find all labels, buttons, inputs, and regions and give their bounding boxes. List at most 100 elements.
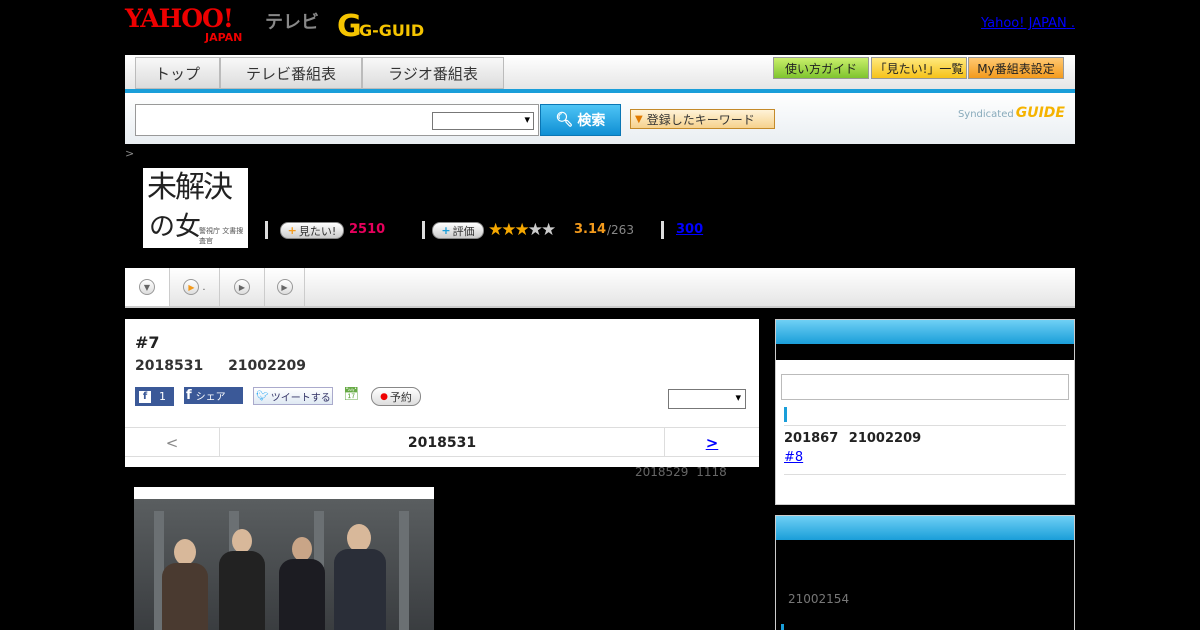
syndicated-label: Syndicated xyxy=(957,109,1014,120)
facebook-like-count: 1 xyxy=(159,390,166,403)
evaluate-label: 評価 xyxy=(452,224,475,238)
keywords-label: 登録したキーワード xyxy=(646,112,755,127)
plus-icon: + xyxy=(287,224,297,237)
breadcrumb[interactable]: > xyxy=(125,147,134,160)
tab-reviews[interactable]: ▶ xyxy=(265,268,305,306)
guide-button[interactable]: 使い方ガイド xyxy=(773,57,869,79)
tweet-label: ツイートする xyxy=(270,392,331,404)
sidebar-header xyxy=(776,516,1074,540)
gguide-logo[interactable]: G G-GUIDE xyxy=(335,8,425,40)
person-body-shape xyxy=(279,559,325,630)
star-icon: ★ xyxy=(488,220,503,240)
evaluate-button[interactable]: + 評価 xyxy=(432,222,484,239)
plus-icon: + xyxy=(441,224,451,237)
sidebar-second-time: 21002154 xyxy=(788,592,850,606)
mitai-list-button[interactable]: 「見たい!」一覧 xyxy=(871,57,967,79)
record-dot-icon: ● xyxy=(380,391,388,402)
facebook-share-button[interactable]: f シェア xyxy=(184,387,243,404)
sidebar-title-band xyxy=(776,344,1074,360)
chevron-down-icon: ▼ xyxy=(139,279,155,295)
program-logo-line2: の女 xyxy=(149,212,202,242)
divider xyxy=(784,474,1066,475)
syndicated-gguide-logo: Syndicated GUIDE xyxy=(958,105,1065,121)
program-tabs: ▼ ▶ . ▶ ▶ xyxy=(125,268,1075,308)
divider xyxy=(784,425,1066,426)
tv-logo[interactable]: テレビ xyxy=(265,8,319,34)
page: YAHOO! JAPAN テレビ G G-GUIDE Yahoo! JAPAN … xyxy=(0,0,1200,630)
star-icon: ★ xyxy=(514,220,530,240)
star-rating: ★★★★★ xyxy=(488,220,556,240)
episode-title: #7 xyxy=(135,333,160,352)
search-area: 🔍︎ 検索 ▼ 登録したキーワード SyndicatedGUIDE xyxy=(125,93,1075,144)
search-category-select[interactable] xyxy=(432,112,534,130)
next-episode-number-link[interactable]: #8 xyxy=(784,450,803,465)
dropdown-triangle-icon: ▼ xyxy=(635,113,643,125)
yahoo-logo[interactable]: YAHOO! JAPAN xyxy=(125,6,242,44)
person-head-shape xyxy=(292,537,312,561)
comments-count-link[interactable]: 300 xyxy=(676,222,703,237)
play-icon: ▶ xyxy=(183,279,200,295)
reserve-button[interactable]: ● 予約 xyxy=(371,387,421,406)
person-body-shape xyxy=(162,563,208,630)
registered-keywords-button[interactable]: ▼ 登録したキーワード xyxy=(630,109,775,129)
japan-logo-text: JAPAN xyxy=(205,31,243,44)
person-body-shape xyxy=(219,551,265,630)
divider xyxy=(422,221,425,239)
rating-votes: /263 xyxy=(607,223,634,237)
sidebar-header xyxy=(776,320,1074,344)
tab-info[interactable]: ▶ . xyxy=(170,268,220,306)
episode-datetime: 2018531 21002209 xyxy=(135,358,306,374)
mitai-button[interactable]: + 見たい! xyxy=(280,222,344,239)
tab-dot: . xyxy=(202,281,206,293)
twitter-bird-icon: 🐦︎ xyxy=(256,390,269,402)
tab-episode[interactable]: ▼ xyxy=(125,268,170,306)
program-logo-line1: 未解決 xyxy=(147,170,233,205)
play-icon: ▶ xyxy=(276,279,293,295)
mitai-count: 2510 xyxy=(349,222,386,237)
person-head-shape xyxy=(174,539,196,565)
main-nav: トップ テレビ番組表 ラジオ番組表 使い方ガイド 「見たい!」一覧 My番組表設… xyxy=(125,55,1075,93)
current-episode-date: 2018531 xyxy=(407,434,477,451)
mitai-label: 見たい! xyxy=(298,224,337,238)
person-body-shape xyxy=(334,549,386,630)
star-icon: ★ xyxy=(541,220,556,240)
episode-scene-image xyxy=(134,487,434,630)
search-icon: 🔍︎ xyxy=(555,112,574,128)
tweet-button[interactable]: 🐦︎ ツイートする xyxy=(253,387,333,405)
star-icon: ★ xyxy=(501,220,516,240)
search-button[interactable]: 🔍︎ 検索 xyxy=(540,104,621,136)
facebook-icon: f xyxy=(139,390,151,403)
program-logo-sub: 警視庁 文書捜査官 xyxy=(199,227,244,245)
divider xyxy=(661,221,664,239)
tab-cast[interactable]: ▶ xyxy=(220,268,265,306)
previous-episode-button[interactable]: < xyxy=(125,428,220,457)
updated-timestamp: 2018529 1118 xyxy=(635,465,727,479)
sidebar-search-input[interactable] xyxy=(781,374,1069,400)
nav-tab-radio-schedule[interactable]: ラジオ番組表 xyxy=(362,57,504,89)
facebook-share-label: シェア xyxy=(195,392,226,403)
sidebar-next-episode: 201867 21002209 #8 xyxy=(775,319,1075,505)
episode-select[interactable] xyxy=(668,389,746,409)
episode-pager: < 2018531 > xyxy=(125,427,759,457)
program-logo-image: 未解決 の女 警視庁 文書捜査官 xyxy=(143,168,248,248)
gguide-logo-text: G-GUIDE xyxy=(359,21,425,40)
reserve-label: 予約 xyxy=(389,390,412,404)
section-marker xyxy=(781,624,784,630)
play-icon: ▶ xyxy=(234,279,250,295)
site-header: YAHOO! JAPAN テレビ G G-GUIDE Yahoo! JAPAN xyxy=(125,0,1075,55)
facebook-like-button[interactable]: f 1 xyxy=(135,387,174,406)
person-head-shape xyxy=(232,529,252,553)
nav-tab-tv-schedule[interactable]: テレビ番組表 xyxy=(220,57,362,89)
my-schedule-button[interactable]: My番組表設定 xyxy=(968,57,1064,79)
nav-tab-top[interactable]: トップ xyxy=(135,57,220,89)
next-episode-link[interactable]: > xyxy=(664,428,759,457)
scene-photo xyxy=(134,499,434,630)
calendar-add-icon[interactable]: 📅︎ xyxy=(343,387,360,403)
syndicated-logo-text: GUIDE xyxy=(1015,105,1065,121)
yahoo-japan-link[interactable]: Yahoo! JAPAN xyxy=(981,16,1075,31)
rating-score: 3.14 xyxy=(574,222,607,237)
facebook-icon: f xyxy=(186,388,192,403)
svg-text:G: G xyxy=(337,9,362,40)
search-button-label: 検索 xyxy=(577,113,606,129)
star-icon: ★ xyxy=(527,220,543,240)
